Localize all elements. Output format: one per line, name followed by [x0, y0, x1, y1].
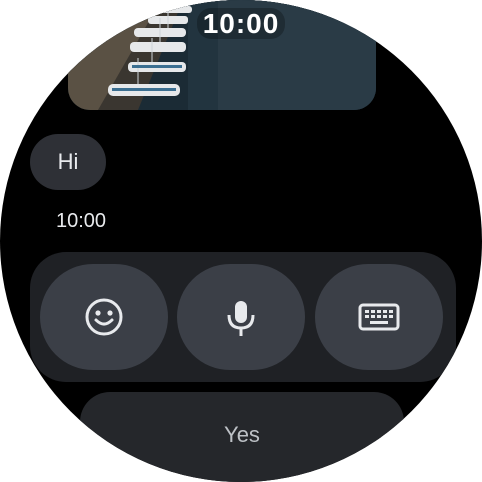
keyboard-icon [358, 303, 400, 331]
message-text: Hi [57, 149, 79, 174]
emoji-button[interactable] [40, 264, 168, 370]
voice-input-button[interactable] [177, 264, 305, 370]
keyboard-button[interactable] [315, 264, 443, 370]
message-timestamp: 10:00 [56, 210, 107, 232]
message-bubble[interactable]: Hi [30, 134, 106, 190]
suggested-reply-yes[interactable]: Yes [80, 392, 404, 482]
microphone-icon [227, 301, 255, 336]
smile-icon [85, 298, 123, 336]
status-time-text: 10:00 [196, 8, 286, 39]
status-time: 10:00 [0, 8, 482, 40]
watch-screen: 10:00 Hi 10:00 Yes [0, 0, 482, 482]
suggested-reply-label: Yes [224, 422, 260, 447]
